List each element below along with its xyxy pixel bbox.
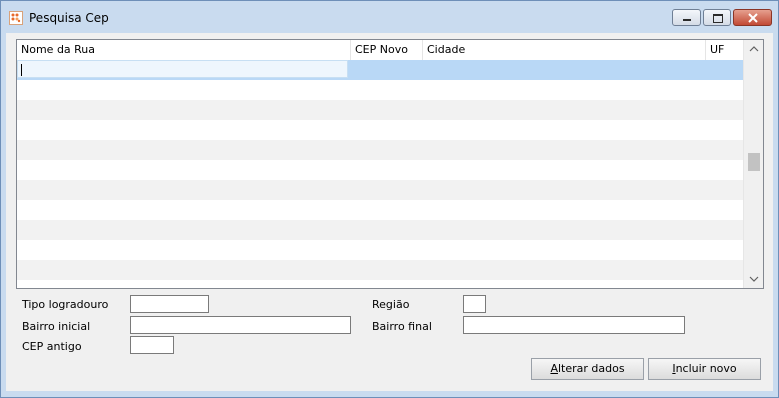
table-row[interactable] xyxy=(17,140,743,160)
table-row[interactable] xyxy=(17,220,743,240)
label-bairro-inicial: Bairro inicial xyxy=(22,320,91,333)
table-row[interactable] xyxy=(17,240,743,260)
bairro-inicial-field[interactable] xyxy=(130,316,351,334)
label-regiao: Região xyxy=(372,298,410,311)
label-bairro-final: Bairro final xyxy=(372,320,432,333)
vertical-scrollbar[interactable] xyxy=(743,40,763,288)
column-header-cidade[interactable]: Cidade xyxy=(423,40,706,60)
grid-header: Nome da Rua CEP Novo Cidade UF xyxy=(17,40,743,61)
table-row[interactable] xyxy=(17,100,743,120)
cell-editor[interactable] xyxy=(17,60,348,78)
window-title: Pesquisa Cep xyxy=(29,11,109,25)
table-row[interactable] xyxy=(17,60,743,80)
grid-rows xyxy=(17,60,743,288)
maximize-icon xyxy=(713,14,723,23)
column-header-cep-novo[interactable]: CEP Novo xyxy=(351,40,423,60)
regiao-field[interactable] xyxy=(463,295,486,313)
incluir-novo-button[interactable]: Incluir novo xyxy=(648,358,761,380)
label-cep-antigo: CEP antigo xyxy=(22,340,82,353)
table-row[interactable] xyxy=(17,180,743,200)
text-caret xyxy=(21,64,22,76)
table-row[interactable] xyxy=(17,260,743,280)
table-row[interactable] xyxy=(17,160,743,180)
client-area: Nome da Rua CEP Novo Cidade UF Tipo logr… xyxy=(6,33,773,391)
alterar-label: lterar dados xyxy=(557,362,625,375)
table-row[interactable] xyxy=(17,200,743,220)
title-bar[interactable]: Pesquisa Cep xyxy=(1,1,778,33)
scroll-thumb[interactable] xyxy=(748,153,760,171)
cep-antigo-field[interactable] xyxy=(130,336,174,354)
minimize-icon xyxy=(683,19,691,21)
table-row[interactable] xyxy=(17,280,743,288)
column-header-uf[interactable]: UF xyxy=(706,40,743,60)
alterar-mnemonic: A xyxy=(550,362,558,375)
label-tipo-logradouro: Tipo logradouro xyxy=(22,298,109,311)
maximize-button[interactable] xyxy=(703,9,731,26)
pesquisa-cep-window: Pesquisa Cep Nome da Rua CEP Novo Cidade… xyxy=(0,0,779,398)
alterar-dados-button[interactable]: Alterar dados xyxy=(531,358,644,380)
close-button[interactable] xyxy=(733,9,772,26)
scroll-up-icon[interactable] xyxy=(749,44,759,54)
close-icon xyxy=(748,13,758,23)
table-row[interactable] xyxy=(17,80,743,100)
column-header-nome-da-rua[interactable]: Nome da Rua xyxy=(17,40,351,60)
tipo-logradouro-field[interactable] xyxy=(130,295,209,313)
table-row[interactable] xyxy=(17,120,743,140)
results-grid[interactable]: Nome da Rua CEP Novo Cidade UF xyxy=(16,39,764,289)
scroll-down-icon[interactable] xyxy=(749,274,759,284)
minimize-button[interactable] xyxy=(672,9,701,26)
app-logo-icon xyxy=(9,11,23,25)
incluir-label: ncluir novo xyxy=(675,362,737,375)
bairro-final-field[interactable] xyxy=(463,316,685,334)
